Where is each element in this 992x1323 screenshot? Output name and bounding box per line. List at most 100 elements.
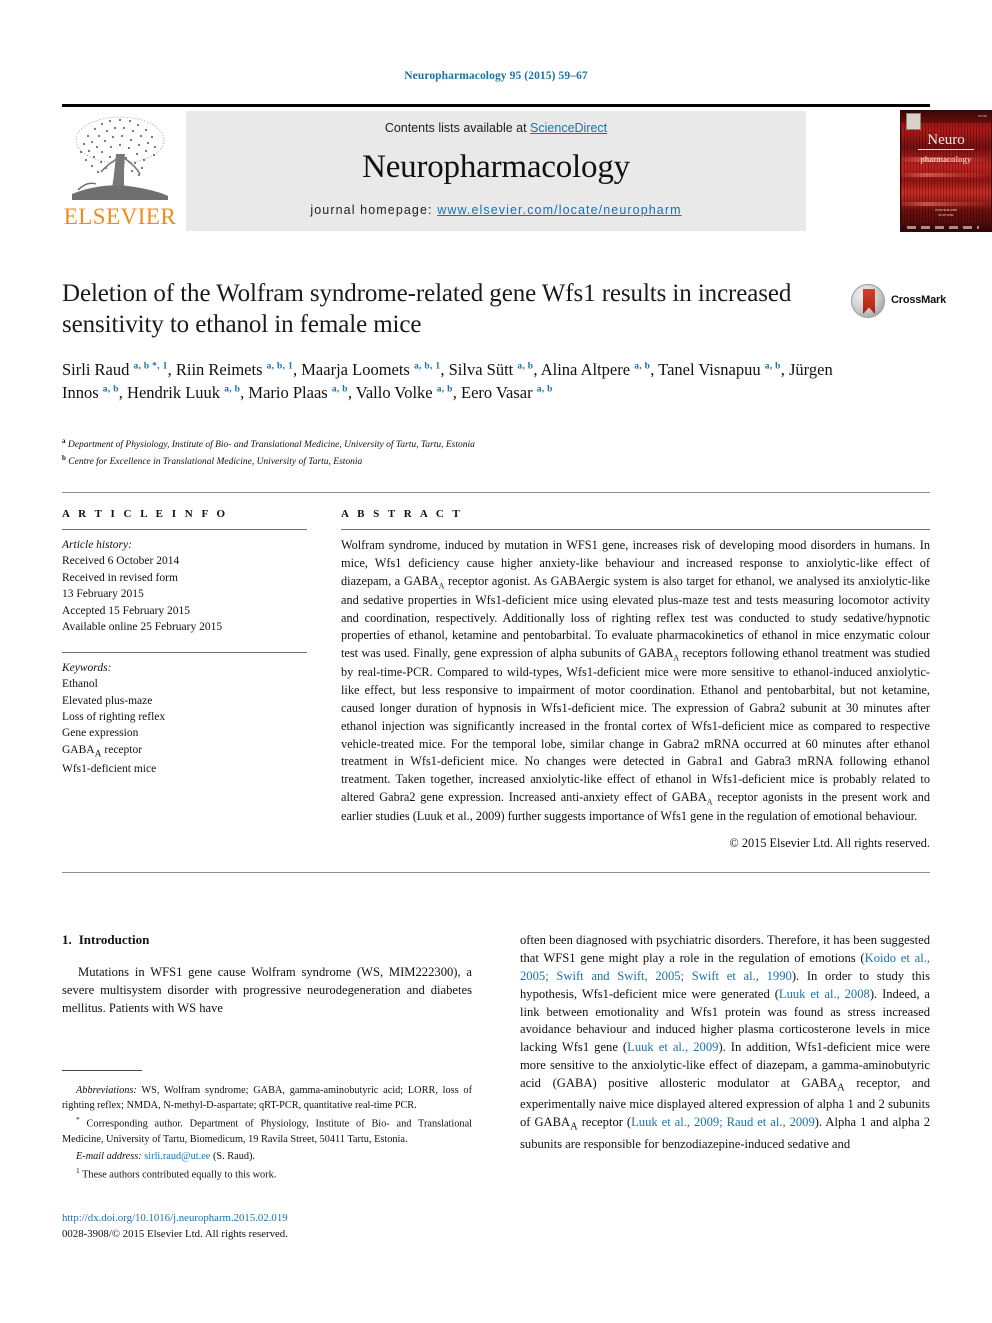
cover-bottom-bar (901, 223, 991, 231)
keyword-item: Gene expression (62, 727, 139, 740)
article-history-item: Received in revised form (62, 571, 178, 584)
keyword-item: Wfs1-deficient mice (62, 762, 157, 775)
author-name: Alina Altpere (540, 360, 635, 379)
footnote-block: Abbreviations: WS, Wolfram syndrome; GAB… (62, 1083, 472, 1184)
journal-band: Contents lists available at ScienceDirec… (186, 111, 806, 231)
cover-title-rule (918, 149, 974, 150)
author-affiliation-marks: a, b (517, 361, 534, 372)
keywords-label: Keywords: (62, 661, 112, 674)
author-separator: , (650, 360, 659, 379)
author-name: Riin Reimets (175, 360, 267, 379)
article-history-item: Received 6 October 2014 (62, 555, 180, 568)
page-title: Deletion of the Wolfram syndrome-related… (62, 280, 792, 339)
author-separator: , (440, 360, 449, 379)
elsevier-tree-icon (68, 114, 172, 202)
crossmark-badge[interactable]: CrossMark (851, 284, 947, 320)
affiliation-text: Centre for Excellence in Translational M… (65, 456, 363, 467)
author-name: Eero Vasar (460, 383, 537, 403)
author-affiliation-marks: a, b (102, 384, 119, 395)
elsevier-logo: ELSEVIER (62, 110, 178, 232)
keyword-item: GABAA receptor (62, 743, 143, 760)
abbreviations-label: Abbreviations: (76, 1085, 137, 1096)
cover-streak-3 (901, 202, 991, 207)
author-affiliation-marks: a, b (224, 384, 241, 395)
author-affiliation-marks: a, b (634, 361, 651, 372)
crossmark-label: CrossMark (891, 294, 947, 306)
author-affiliation-marks: a, b (536, 384, 553, 395)
running-head: Neuropharmacology 95 (2015) 59–67 (404, 70, 588, 82)
body-column-left: 1. Introduction Mutations in WFS1 gene ca… (62, 932, 472, 1018)
author-separator: , (452, 383, 461, 403)
affiliation-item: a Department of Physiology, Institute of… (62, 436, 862, 453)
body-column-right: often been diagnosed with psychiatric di… (520, 932, 930, 1154)
cover-bottom-ticks (907, 226, 979, 229)
abstract-heading: A B S T R A C T (341, 508, 463, 520)
author-affiliation-marks: a, b *, 1 (133, 361, 168, 372)
intro-heading: 1. Introduction (62, 932, 472, 948)
intro-heading-text: Introduction (78, 932, 150, 947)
email-label: E-mail address: (76, 1150, 142, 1162)
author-affiliation-marks: a, b (764, 361, 781, 372)
title-block: Deletion of the Wolfram syndrome-related… (62, 278, 832, 341)
article-info-rule (62, 529, 307, 530)
doi-link[interactable]: http://dx.doi.org/10.1016/j.neuropharm.2… (62, 1210, 482, 1226)
article-history-item: Available online 25 February 2015 (62, 621, 223, 634)
keyword-item: Loss of righting reflex (62, 710, 166, 723)
intro-heading-number: 1. (62, 932, 72, 947)
keywords-rule (62, 651, 307, 653)
abstract-section-bottom-rule (62, 872, 930, 873)
author-name: Mario Plaas (248, 383, 332, 403)
author-name: Sirli Raud (62, 360, 134, 379)
journal-homepage-line: journal homepage: www.elsevier.com/locat… (186, 203, 806, 217)
contents-prefix: Contents lists available at (384, 121, 531, 135)
corresponding-author-text: Corresponding author. Department of Phys… (62, 1118, 472, 1145)
journal-homepage-link[interactable]: www.elsevier.com/locate/neuropharm (437, 203, 681, 217)
footnote-corresponding-author: * Corresponding author. Department of Ph… (62, 1115, 472, 1146)
masthead-top-rule (62, 104, 930, 107)
author-affiliation-marks: a, b (436, 384, 453, 395)
author-list: Sirli Raud a, b *, 1, Riin Reimets a, b,… (62, 358, 862, 405)
author-affiliation-marks: a, b (331, 384, 348, 395)
abstract-column: A B S T R A C T Wolfram syndrome, induce… (341, 508, 930, 851)
author-name: Tanel Visnapuu (658, 360, 765, 379)
cover-top-right-text: Vol 95 (977, 114, 987, 118)
keywords-group: Keywords: Ethanol Elevated plus-maze Loss … (62, 660, 307, 778)
article-history-item: 13 February 2015 (62, 588, 144, 601)
citation-link[interactable]: Luuk et al., 2009; Raud et al., 2009 (631, 1115, 815, 1129)
affiliation-item: b Centre for Excellence in Translational… (62, 453, 862, 470)
crossmark-ribbon-icon (863, 289, 875, 314)
author-separator: , (347, 383, 356, 403)
abstract-text: Wolfram syndrome, induced by mutation in… (341, 538, 930, 824)
intro-paragraph-left: Mutations in WFS1 gene cause Wolfram syn… (62, 965, 472, 1015)
cover-title-line1: Neuro (927, 132, 965, 148)
article-history-item: Accepted 15 February 2015 (62, 604, 191, 617)
article-page: Neuropharmacology 95 (2015) 59–67 ELSEVI… (0, 0, 992, 1323)
citation-link[interactable]: Luuk et al., 2009 (627, 1040, 718, 1054)
contents-available-line: Contents lists available at ScienceDirec… (186, 121, 806, 135)
email-suffix: (S. Raud). (210, 1150, 255, 1162)
article-history-label: Article history: (62, 539, 132, 551)
journal-cover-thumbnail[interactable]: Vol 95 Neuro pharmacology ISSN 0028-3908… (900, 110, 992, 232)
citation-link[interactable]: Luuk et al., 2008 (779, 987, 870, 1001)
author-separator: , (167, 360, 176, 379)
cover-society-badge-icon (906, 113, 921, 130)
author-affiliation-marks: a, b, 1 (413, 361, 441, 372)
cover-top-bar: Vol 95 (901, 111, 991, 130)
equal-contribution-text: These authors contributed equally to thi… (79, 1169, 277, 1180)
journal-title: Neuropharmacology (362, 149, 630, 185)
article-history-items: Received 6 October 2014 Received in revis… (62, 553, 307, 635)
email-link[interactable]: sirli.raud@ut.ee (144, 1151, 210, 1162)
footnote-abbreviations: Abbreviations: WS, Wolfram syndrome; GAB… (62, 1083, 472, 1113)
doi-footer: http://dx.doi.org/10.1016/j.neuropharm.2… (62, 1210, 482, 1242)
cover-title: Neuro pharmacology (901, 133, 991, 166)
intro-paragraph-right: often been diagnosed with psychiatric di… (520, 932, 930, 1154)
keyword-item: Ethanol (62, 678, 98, 691)
journal-masthead: ELSEVIER Contents lists available at Sci… (62, 104, 992, 232)
author-separator: , (780, 360, 789, 379)
footnote-rule (62, 1070, 142, 1071)
abstract-rule (341, 529, 930, 530)
keyword-items: Ethanol Elevated plus-maze Loss of rightin… (62, 676, 307, 777)
cover-footer-text: ISSN 0028-3908 ELSEVIER (935, 208, 957, 218)
sciencedirect-link[interactable]: ScienceDirect (530, 121, 607, 135)
author-separator: , (533, 360, 541, 379)
